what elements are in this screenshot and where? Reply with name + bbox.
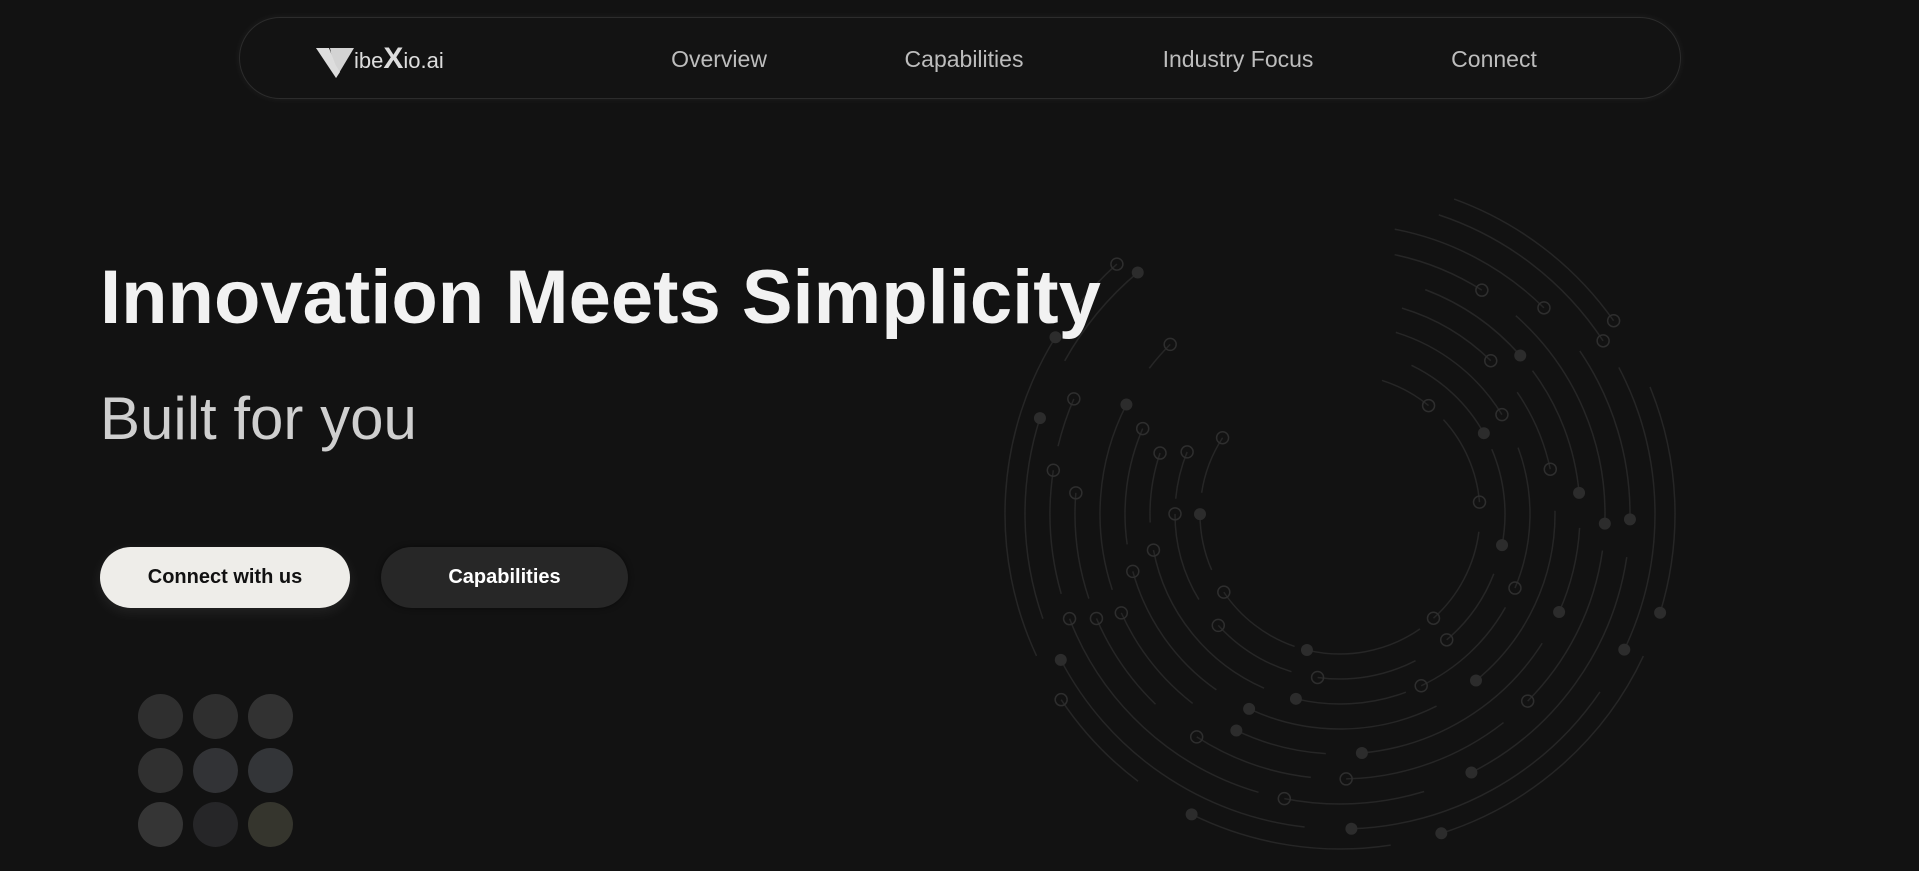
circuit-trace bbox=[1191, 813, 1391, 850]
circuit-trace bbox=[1149, 452, 1161, 523]
nav-connect[interactable]: Connect bbox=[1451, 46, 1537, 73]
circuit-node bbox=[1194, 508, 1206, 521]
circuit-trace bbox=[1558, 527, 1581, 613]
grid-dot bbox=[138, 748, 183, 793]
circuit-trace bbox=[1217, 624, 1292, 673]
circuit-node bbox=[1355, 747, 1368, 760]
circuit-node bbox=[1185, 808, 1198, 821]
circuit-node bbox=[1470, 674, 1483, 687]
circuit-node bbox=[1131, 266, 1144, 279]
hero-subtitle: Built for you bbox=[100, 385, 417, 452]
circuit-node bbox=[1054, 653, 1067, 666]
circuit-trace bbox=[1200, 437, 1224, 493]
circuit-trace bbox=[1024, 417, 1044, 619]
grid-dot bbox=[193, 748, 238, 793]
nav-capabilities[interactable]: Capabilities bbox=[905, 46, 1024, 73]
grid-dot bbox=[193, 694, 238, 739]
circuit-trace bbox=[1395, 331, 1503, 416]
circuit-trace bbox=[1095, 618, 1157, 705]
hero-title: Innovation Meets Simplicity bbox=[100, 255, 1101, 340]
circuit-node bbox=[1553, 605, 1566, 618]
circuit-trace bbox=[1060, 699, 1139, 782]
circuit-node bbox=[1300, 644, 1313, 657]
circuit-trace bbox=[1004, 336, 1057, 657]
circuit-trace bbox=[1394, 253, 1483, 291]
circuit-trace bbox=[1057, 398, 1075, 447]
grid-dot bbox=[248, 694, 293, 739]
grid-dot bbox=[138, 694, 183, 739]
circuit-trace bbox=[1475, 510, 1556, 682]
circuit-node bbox=[1033, 412, 1046, 425]
circuit-trace bbox=[1432, 531, 1480, 619]
logo-text: ibeXio.ai bbox=[354, 42, 444, 75]
nav-overview[interactable]: Overview bbox=[671, 46, 767, 73]
circuit-trace bbox=[1248, 705, 1437, 730]
circuit-trace bbox=[1394, 228, 1545, 309]
circuit-trace bbox=[1411, 364, 1485, 434]
grid-dot bbox=[138, 802, 183, 847]
circuit-trace bbox=[1099, 404, 1128, 591]
top-navigation: ibeXio.ai Overview Capabilities Industry… bbox=[239, 17, 1681, 99]
circuit-node bbox=[1465, 766, 1478, 779]
circuit-node bbox=[1435, 827, 1448, 840]
grid-dot bbox=[248, 802, 293, 847]
circuit-trace bbox=[1196, 736, 1311, 779]
circuit-trace bbox=[1199, 514, 1213, 571]
connect-with-us-button[interactable]: Connect with us bbox=[100, 547, 350, 608]
circuit-trace bbox=[1124, 428, 1144, 545]
circuit-trace bbox=[1223, 591, 1295, 648]
circuit-node bbox=[1618, 643, 1631, 656]
circuit-trace bbox=[1284, 790, 1425, 805]
circuit-node bbox=[1598, 517, 1611, 530]
grid-dot bbox=[193, 802, 238, 847]
nav-industry-focus[interactable]: Industry Focus bbox=[1163, 46, 1314, 73]
circuit-trace bbox=[1381, 379, 1430, 407]
circuit-trace bbox=[1491, 448, 1506, 546]
circuit-trace bbox=[1420, 607, 1507, 687]
circuit-node bbox=[1496, 539, 1509, 552]
logo-v-icon bbox=[316, 48, 354, 78]
grid-dot bbox=[248, 748, 293, 793]
circuit-trace bbox=[1527, 550, 1604, 702]
circuit-node bbox=[1120, 398, 1133, 411]
circuit-trace bbox=[1453, 198, 1615, 322]
circuit-trace bbox=[1174, 513, 1200, 600]
circuit-trace bbox=[1317, 660, 1416, 680]
circuit-trace bbox=[1049, 470, 1062, 595]
circuit-trace bbox=[1442, 419, 1481, 503]
circuit-trace bbox=[1471, 557, 1628, 774]
circuit-trace bbox=[1649, 386, 1676, 614]
circuit-node bbox=[1230, 724, 1243, 737]
circuit-trace bbox=[1346, 721, 1504, 780]
circuit-trace bbox=[1401, 307, 1492, 362]
circuit-node bbox=[1514, 349, 1527, 362]
circuit-trace bbox=[1174, 451, 1188, 499]
circuit-node bbox=[1243, 702, 1256, 715]
capabilities-button[interactable]: Capabilities bbox=[381, 547, 628, 608]
circuit-trace bbox=[1068, 618, 1259, 794]
circuit-node bbox=[1654, 606, 1667, 619]
circuit-trace bbox=[1514, 447, 1531, 589]
circuit-node bbox=[1289, 692, 1302, 705]
circuit-trace bbox=[1306, 628, 1421, 655]
circuit-node bbox=[1477, 427, 1490, 440]
logo[interactable]: ibeXio.ai bbox=[316, 36, 444, 80]
circuit-trace bbox=[1074, 492, 1090, 599]
circuit-trace bbox=[1618, 367, 1656, 650]
circuit-node bbox=[1623, 513, 1636, 526]
circuit-trace bbox=[1148, 343, 1171, 369]
circuit-trace bbox=[1132, 571, 1217, 691]
circuit-trace bbox=[1236, 729, 1326, 755]
circuit-node bbox=[1345, 822, 1358, 835]
circuit-trace bbox=[1446, 573, 1495, 641]
circuit-trace bbox=[1295, 691, 1407, 705]
circuit-node bbox=[1573, 486, 1586, 499]
